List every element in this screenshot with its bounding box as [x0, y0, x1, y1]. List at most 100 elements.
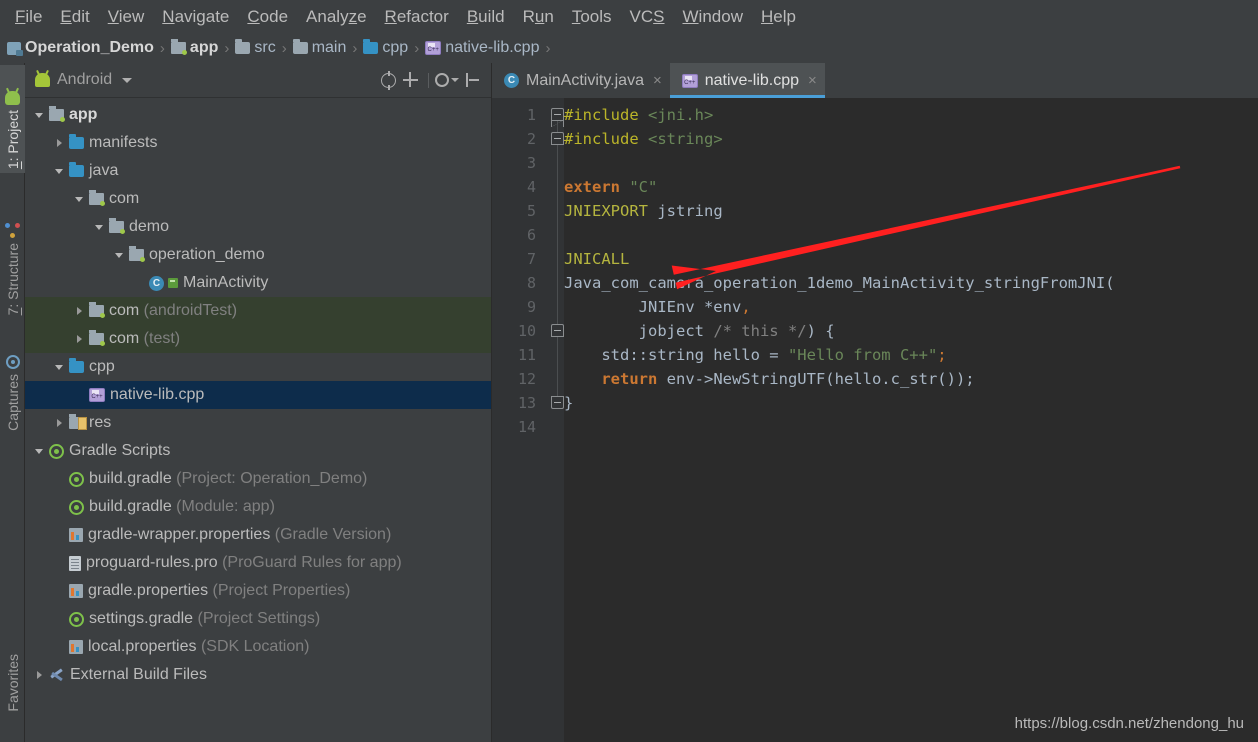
code-token: extern [564, 178, 630, 196]
code-fold-marker[interactable] [551, 108, 564, 127]
menu-item-window[interactable]: Window [674, 5, 752, 29]
menu-item-help[interactable]: Help [752, 5, 805, 29]
hide-panel-icon[interactable] [465, 71, 483, 89]
code-token: <jni.h> [648, 106, 714, 124]
breadcrumb-item-operation-demo[interactable]: Operation_Demo [7, 33, 154, 63]
menu-item-refactor[interactable]: Refactor [376, 5, 458, 29]
tree-item-app[interactable]: app [25, 101, 491, 129]
tree-item-gradle-properties[interactable]: gradle.properties (Project Properties) [25, 577, 491, 605]
chevron-right-icon[interactable] [53, 136, 67, 150]
breadcrumb-item-main[interactable]: main [292, 33, 346, 63]
folder-blue-icon [363, 39, 379, 54]
menu-item-file[interactable]: File [6, 5, 51, 29]
tree-item-com[interactable]: com (androidTest) [25, 297, 491, 325]
code-line: return env->NewStringUTF(hello.c_str()); [564, 367, 1258, 391]
sidebar-tab-favorites[interactable]: Favorites [0, 654, 25, 742]
java-class-icon [149, 275, 164, 291]
editor-gutter[interactable]: 1 2 3 4 5 6 7 8 9 10 11 12 13 14 [492, 98, 564, 742]
menu-item-navigate[interactable]: Navigate [153, 5, 238, 29]
tree-item-settings-gradle[interactable]: settings.gradle (Project Settings) [25, 605, 491, 633]
tree-item-native-lib-cpp[interactable]: native-lib.cpp [25, 381, 491, 409]
menu-item-tools[interactable]: Tools [563, 5, 621, 29]
tree-item-build-gradle[interactable]: build.gradle (Project: Operation_Demo) [25, 465, 491, 493]
tree-item-operation-demo[interactable]: operation_demo [25, 241, 491, 269]
tree-item-name: MainActivity [183, 274, 269, 291]
tree-item-demo[interactable]: demo [25, 213, 491, 241]
tree-item-gradle-wrapper-properties[interactable]: gradle-wrapper.properties (Gradle Versio… [25, 521, 491, 549]
menu-item-run[interactable]: Run [514, 5, 563, 29]
tree-item-build-gradle[interactable]: build.gradle (Module: app) [25, 493, 491, 521]
chevron-down-icon[interactable] [53, 164, 67, 178]
sidebar-tab-7-structure[interactable]: 7: Structure [0, 179, 25, 319]
tree-item-label: app [69, 106, 97, 124]
tree-item-res[interactable]: res [25, 409, 491, 437]
breadcrumb-item-cpp[interactable]: cpp [363, 33, 408, 63]
tree-item-local-properties[interactable]: local.properties (SDK Location) [25, 633, 491, 661]
chevron-down-icon[interactable] [93, 220, 107, 234]
chevron-right-icon[interactable] [33, 668, 47, 682]
tree-item-manifests[interactable]: manifests [25, 129, 491, 157]
breadcrumb-item-src[interactable]: src [235, 33, 276, 63]
code-area[interactable]: 1 2 3 4 5 6 7 8 9 10 11 12 13 14 #include <jni.h> #inc… [492, 98, 1258, 742]
breadcrumb: Operation_Demo › app › src › main › cpp › native-l… [0, 33, 1258, 63]
tree-item-icon-wrap [89, 330, 105, 346]
chevron-right-icon[interactable] [73, 332, 87, 346]
tree-item-mainactivity[interactable]: MainActivity [25, 269, 491, 297]
menu-item-analyze[interactable]: Analyze [297, 5, 376, 29]
settings-gear-icon[interactable] [435, 73, 449, 87]
chevron-down-icon[interactable] [122, 77, 133, 83]
close-icon[interactable]: × [653, 72, 662, 89]
tree-item-name: local.properties [88, 638, 197, 655]
sidebar-tab-1-project[interactable]: 1: Project [0, 65, 25, 173]
tree-item-icon-wrap [89, 190, 105, 206]
tree-item-com[interactable]: com [25, 185, 491, 213]
menu-item-vcs[interactable]: VCS [621, 5, 674, 29]
tree-item-name: settings.gradle [89, 610, 194, 627]
chevron-down-icon[interactable] [451, 78, 459, 82]
gradle-icon [69, 611, 84, 627]
tree-item-label: native-lib.cpp [110, 386, 204, 404]
menu-item-view[interactable]: View [99, 5, 154, 29]
chevron-down-icon[interactable] [53, 360, 67, 374]
tree-item-label: cpp [89, 358, 115, 376]
sidebar-tab-captures[interactable]: Captures [0, 325, 25, 435]
breadcrumb-item-label: Operation_Demo [25, 39, 154, 56]
tree-item-proguard-rules-pro[interactable]: proguard-rules.pro (ProGuard Rules for a… [25, 549, 491, 577]
chevron-right-icon[interactable] [73, 304, 87, 318]
tree-item-com[interactable]: com (test) [25, 325, 491, 353]
module-icon [49, 106, 65, 122]
tree-item-name: gradle.properties [88, 582, 209, 599]
code-content[interactable]: #include <jni.h> #include <string> extern… [564, 98, 1258, 742]
editor-tab-native-lib-cpp[interactable]: native-lib.cpp × [669, 63, 825, 98]
menu-item-code[interactable]: Code [238, 5, 297, 29]
chevron-down-icon[interactable] [73, 192, 87, 206]
tree-item-name: External Build Files [70, 666, 207, 683]
breadcrumb-item-app[interactable]: app [170, 33, 218, 63]
chevron-down-icon[interactable] [33, 108, 47, 122]
tree-item-external-build-files[interactable]: External Build Files [25, 661, 491, 689]
tree-item-java[interactable]: java [25, 157, 491, 185]
tree-item-gradle-scripts[interactable]: Gradle Scripts [25, 437, 491, 465]
menu-bar: File Edit View Navigate Code Analyze Refactor B… [0, 0, 1258, 33]
sidebar-tab-label: Captures [4, 374, 21, 431]
tree-item-suffix: (Gradle Version) [270, 526, 392, 543]
tree-item-icon-wrap [109, 218, 125, 234]
code-fold-marker[interactable] [551, 324, 564, 337]
editor-tab-mainactivity-java[interactable]: MainActivity.java × [492, 63, 670, 98]
tree-item-label: External Build Files [70, 666, 207, 684]
collapse-all-icon[interactable] [402, 71, 420, 89]
code-fold-marker[interactable] [551, 132, 564, 145]
menu-item-build[interactable]: Build [458, 5, 514, 29]
chevron-down-icon[interactable] [113, 248, 127, 262]
menu-item-edit[interactable]: Edit [51, 5, 98, 29]
tree-item-icon-wrap [89, 388, 105, 402]
code-fold-marker[interactable] [551, 396, 564, 409]
chevron-right-icon[interactable] [53, 416, 67, 430]
document-icon [69, 555, 81, 571]
locate-target-icon[interactable] [381, 70, 396, 90]
tree-item-cpp[interactable]: cpp [25, 353, 491, 381]
chevron-down-icon[interactable] [33, 444, 47, 458]
gradle-icon [69, 499, 84, 515]
breadcrumb-item-native-lib-cpp[interactable]: native-lib.cpp [425, 33, 539, 63]
close-icon[interactable]: × [808, 72, 817, 89]
